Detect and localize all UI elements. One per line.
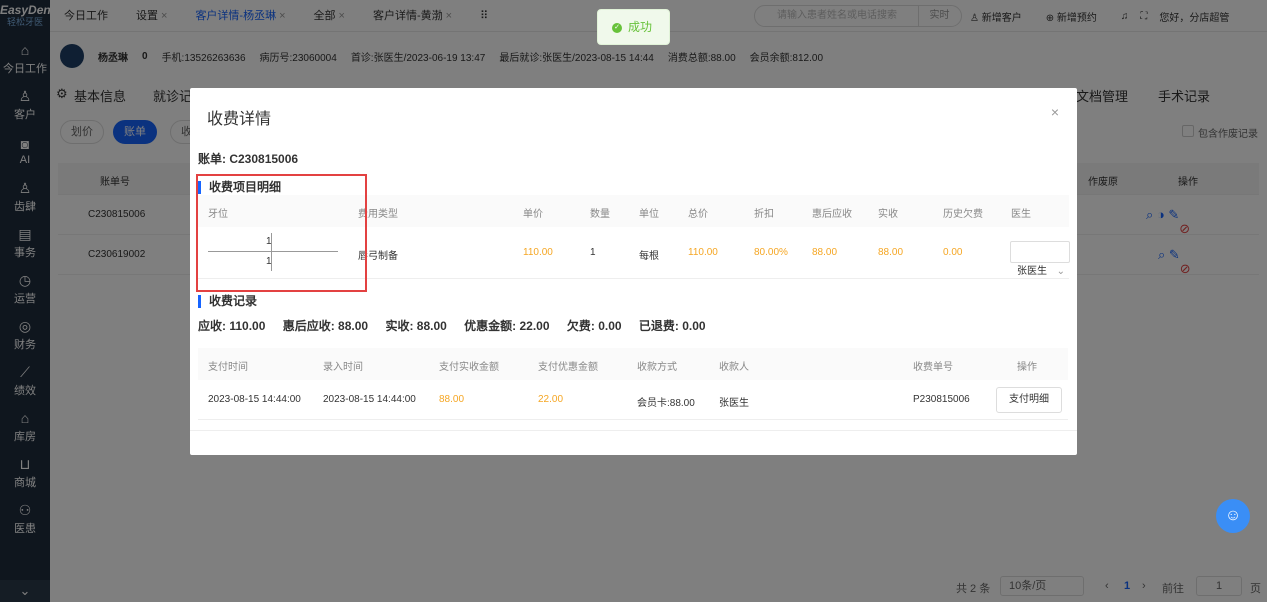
chevron-down-icon: ⌄ [1056,266,1065,277]
history-debt-cell: 0.00 [943,247,963,258]
th-method: 收款方式 [637,362,677,373]
th-qty: 数量 [590,209,610,220]
method-cell: 会员卡:88.00 [637,398,695,409]
th-operation: 操作 [1017,362,1037,373]
doctor-select[interactable]: 张医生 ⌄ [1010,241,1070,277]
check-icon: ✓ [612,22,622,33]
doctor-select-value: 张医生 [1017,266,1047,277]
summary-receivable: 应收: 110.00 [198,319,266,333]
th-unit-price: 单价 [523,209,543,220]
charge-detail-modal: 收费详情 × 账单: C230815006 收费项目明细 牙位 费用类型 单价 … [190,88,1077,455]
success-toast: ✓ 成功 [597,9,670,45]
charge-records-header: 支付时间 录入时间 支付实收金额 支付优惠金额 收款方式 收款人 收费单号 操作 [198,348,1068,380]
th-discount-amount: 支付优惠金额 [538,362,598,373]
summary-discounted-receivable: 惠后应收: 88.00 [282,319,369,333]
unit-price-cell: 110.00 [523,247,553,258]
th-pay-time: 支付时间 [208,362,248,373]
th-after-discount: 惠后应收 [812,209,852,220]
th-doctor: 医生 [1011,209,1031,220]
summary-debt: 欠费: 0.00 [566,319,622,333]
th-receipt-no: 收费单号 [913,362,953,373]
discount-amount-cell: 22.00 [538,394,564,405]
charge-summary: 应收: 110.00 惠后应收: 88.00 实收: 88.00 优惠金额: 2… [198,317,720,334]
receipt-no-cell: P230815006 [913,394,970,405]
after-discount-cell: 88.00 [812,247,838,258]
modal-title: 收费详情 [207,111,272,128]
th-received: 实收 [878,209,898,220]
total-cell: 110.00 [688,247,718,258]
modal-footer-divider [190,430,1077,431]
th-unit: 单位 [639,209,659,220]
charge-records-table: 支付时间 录入时间 支付实收金额 支付优惠金额 收款方式 收款人 收费单号 操作… [198,348,1068,420]
entry-time-cell: 2023-08-15 14:44:00 [323,394,416,405]
summary-received: 实收: 88.00 [385,319,447,333]
summary-refunded: 已退费: 0.00 [638,319,706,333]
summary-discount-amount: 优惠金额: 22.00 [464,319,550,333]
th-paid-amount: 支付实收金额 [439,362,499,373]
annotation-highlight-box [196,174,367,292]
payment-detail-button[interactable]: 支付明细 [996,387,1062,413]
th-discount: 折扣 [754,209,774,220]
toast-message: 成功 [628,20,653,34]
th-history-debt: 历史欠费 [943,209,983,220]
pay-time-cell: 2023-08-15 14:44:00 [208,394,301,405]
customer-service-icon[interactable]: ☺ [1216,499,1250,533]
th-payee: 收款人 [719,362,749,373]
bill-number: 账单: C230815006 [198,152,299,166]
close-icon[interactable]: × [1051,104,1059,120]
th-entry-time: 录入时间 [323,362,363,373]
received-cell: 88.00 [878,247,904,258]
table-row: 2023-08-15 14:44:00 2023-08-15 14:44:00 … [198,380,1068,420]
paid-amount-cell: 88.00 [439,394,465,405]
records-section-title: 收费记录 [198,295,257,308]
unit-cell: 每根 [639,251,659,262]
qty-cell: 1 [590,247,596,258]
payee-cell: 张医生 [719,398,749,409]
th-total: 总价 [688,209,708,220]
discount-cell: 80.00% [754,247,788,258]
